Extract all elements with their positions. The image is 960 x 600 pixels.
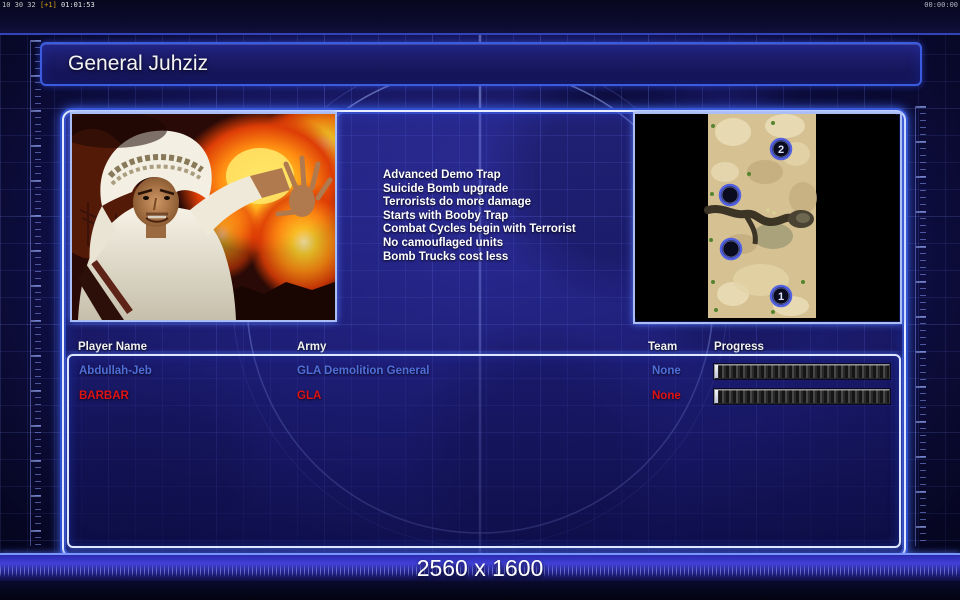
title-bar: General Juhziz xyxy=(40,42,922,86)
player-army: GLA Demolition General xyxy=(297,365,430,377)
player-army: GLA xyxy=(297,390,322,402)
ruler-right xyxy=(915,106,926,546)
map-preview: 2 1 xyxy=(633,112,902,324)
svg-text:1: 1 xyxy=(778,291,784,303)
bottom-band: 2560 x 1600 xyxy=(0,553,960,583)
column-header-army: Army xyxy=(297,341,327,353)
start-position-marker-empty xyxy=(719,237,743,261)
player-name: Abdullah-Jeb xyxy=(79,365,152,377)
player-name: BARBAR xyxy=(79,390,129,402)
start-position-marker-2: 2 xyxy=(769,137,793,161)
general-portrait xyxy=(70,112,337,322)
player-team: None xyxy=(652,390,681,402)
debug-timer-right: 00:00:00 xyxy=(924,1,958,9)
player-progress-bar xyxy=(714,364,890,379)
timer-clock: 01:01:53 xyxy=(61,1,95,9)
ruler-left xyxy=(30,40,41,546)
player-team: None xyxy=(652,365,681,377)
progress-fill xyxy=(715,390,719,403)
loading-screen: 10 30 32 [+1] 01:01:53 00:00:00 General … xyxy=(0,0,960,600)
ability-item: Advanced Demo Trap xyxy=(383,169,501,181)
players-table: Abdullah-Jeb GLA Demolition General None… xyxy=(67,354,901,548)
timer-prefix: 10 30 32 xyxy=(2,1,36,9)
ability-item: Terrorists do more damage xyxy=(383,196,532,209)
map-terrain xyxy=(704,114,817,318)
svg-text:2: 2 xyxy=(778,144,784,156)
ability-item: No camouflaged units xyxy=(383,236,504,249)
start-position-marker-empty xyxy=(718,183,742,207)
top-status-strip: 10 30 32 [+1] 01:01:53 00:00:00 xyxy=(0,0,960,35)
start-position-marker-1: 1 xyxy=(769,284,793,308)
player-progress-bar xyxy=(714,389,890,404)
timer-delta: [+1] xyxy=(39,1,57,9)
ability-item: Bomb Trucks cost less xyxy=(383,250,509,263)
ability-item: Suicide Bomb upgrade xyxy=(383,182,509,195)
ability-item: Starts with Booby Trap xyxy=(383,209,509,222)
progress-fill xyxy=(715,365,719,378)
resolution-label: 2560 x 1600 xyxy=(416,555,544,581)
column-header-player-name: Player Name xyxy=(78,341,148,353)
general-abilities-list: Advanced Demo Trap Suicide Bomb upgrade … xyxy=(383,169,576,264)
column-header-progress: Progress xyxy=(714,341,764,353)
column-header-team: Team xyxy=(648,341,678,353)
debug-timer-left: 10 30 32 [+1] 01:01:53 xyxy=(2,1,95,9)
ability-item: Combat Cycles begin with Terrorist xyxy=(383,223,576,236)
page-title: General Juhziz xyxy=(68,52,209,75)
bottom-edge xyxy=(0,581,960,600)
